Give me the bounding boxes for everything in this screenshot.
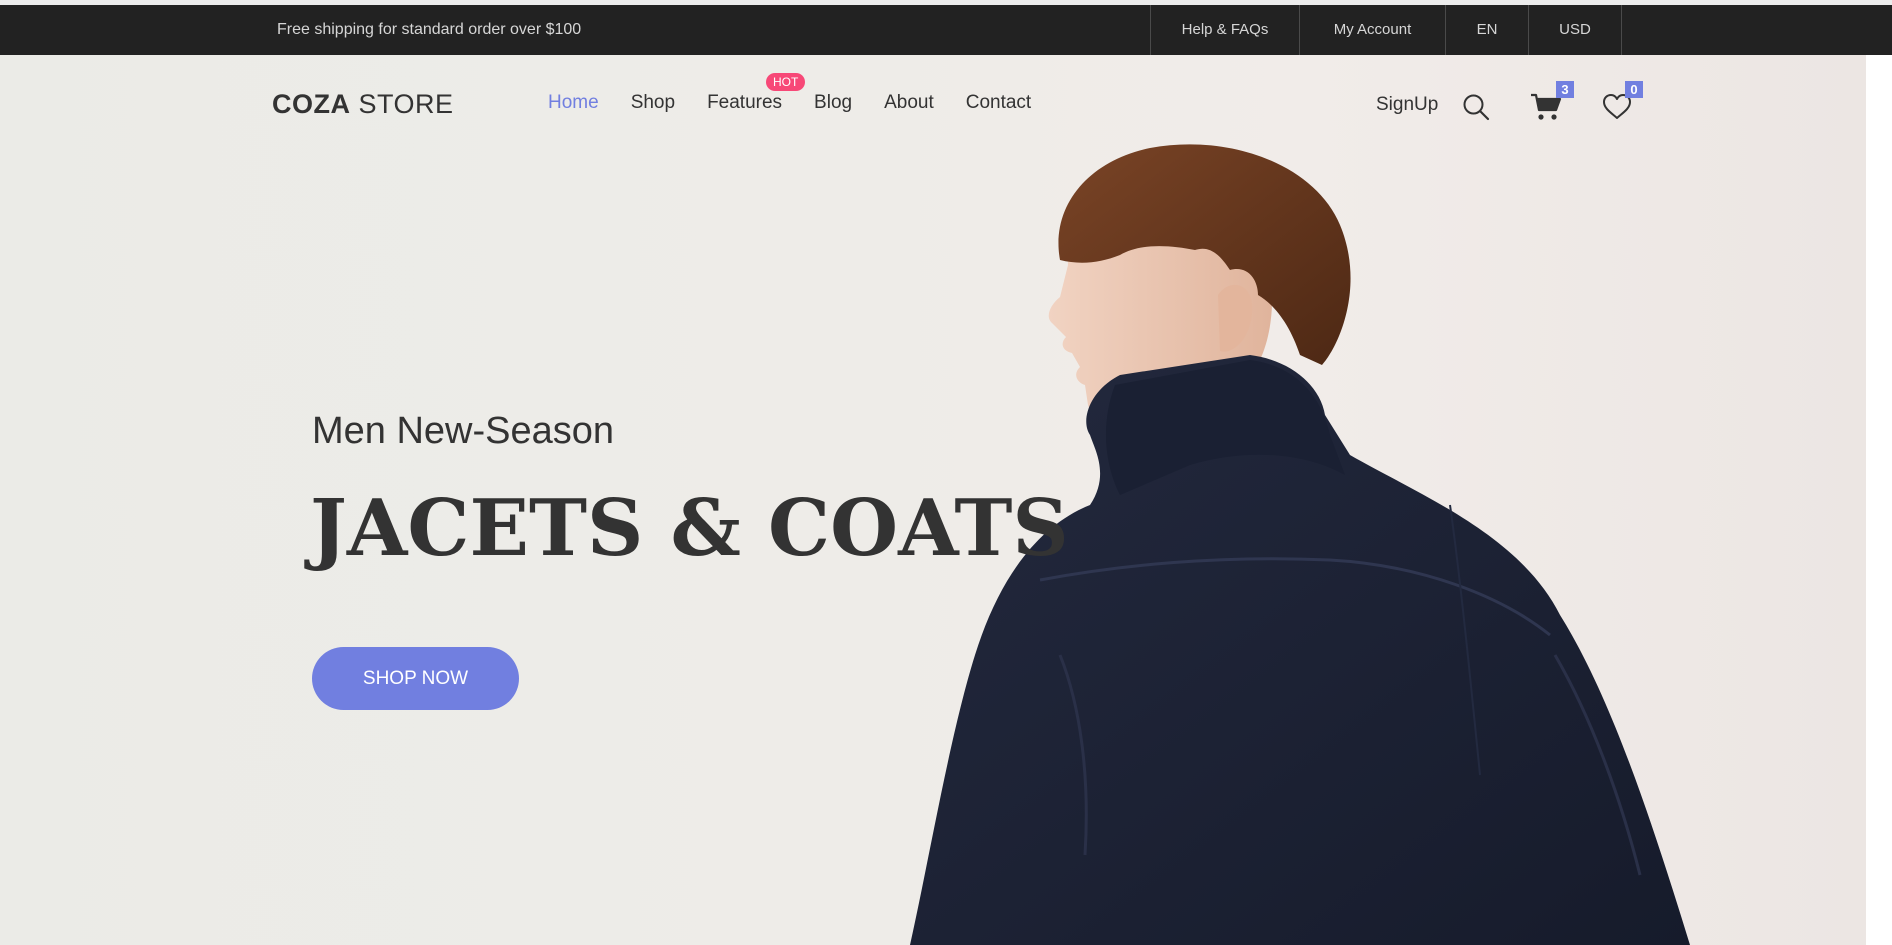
- shop-now-button[interactable]: SHOP NOW: [312, 647, 519, 710]
- nav-contact[interactable]: Contact: [966, 92, 1031, 114]
- nav-features[interactable]: Features: [707, 92, 782, 114]
- wishlist-count-badge: 0: [1625, 81, 1643, 98]
- shipping-promo: Free shipping for standard order over $1…: [277, 21, 582, 38]
- main-nav: Home Shop Features Blog About Contact: [548, 92, 1063, 114]
- signup-link[interactable]: SignUp: [1376, 94, 1438, 116]
- nav-home[interactable]: Home: [548, 92, 599, 114]
- top-bar: Free shipping for standard order over $1…: [0, 5, 1892, 55]
- hot-badge: HOT: [766, 73, 806, 91]
- top-bar-links: Help & FAQs My Account EN USD: [1150, 5, 1622, 55]
- hero-title: JACETS & COATS: [310, 483, 1069, 574]
- search-icon[interactable]: [1462, 93, 1490, 121]
- scrollbar-track[interactable]: [1866, 55, 1892, 945]
- language-selector[interactable]: EN: [1445, 5, 1528, 55]
- cart-count-badge: 3: [1556, 81, 1574, 98]
- page: Free shipping for standard order over $1…: [0, 0, 1892, 945]
- currency-selector[interactable]: USD: [1528, 5, 1621, 55]
- logo-text: STORE: [350, 89, 454, 119]
- nav-blog[interactable]: Blog: [814, 92, 852, 114]
- help-faqs-link[interactable]: Help & FAQs: [1150, 5, 1299, 55]
- store-logo[interactable]: COZA STORE: [272, 89, 454, 120]
- my-account-link[interactable]: My Account: [1299, 5, 1445, 55]
- logo-bold-text: COZA: [272, 89, 351, 119]
- hero-subtitle: Men New-Season: [312, 410, 615, 452]
- nav-about[interactable]: About: [884, 92, 934, 114]
- nav-shop[interactable]: Shop: [631, 92, 675, 114]
